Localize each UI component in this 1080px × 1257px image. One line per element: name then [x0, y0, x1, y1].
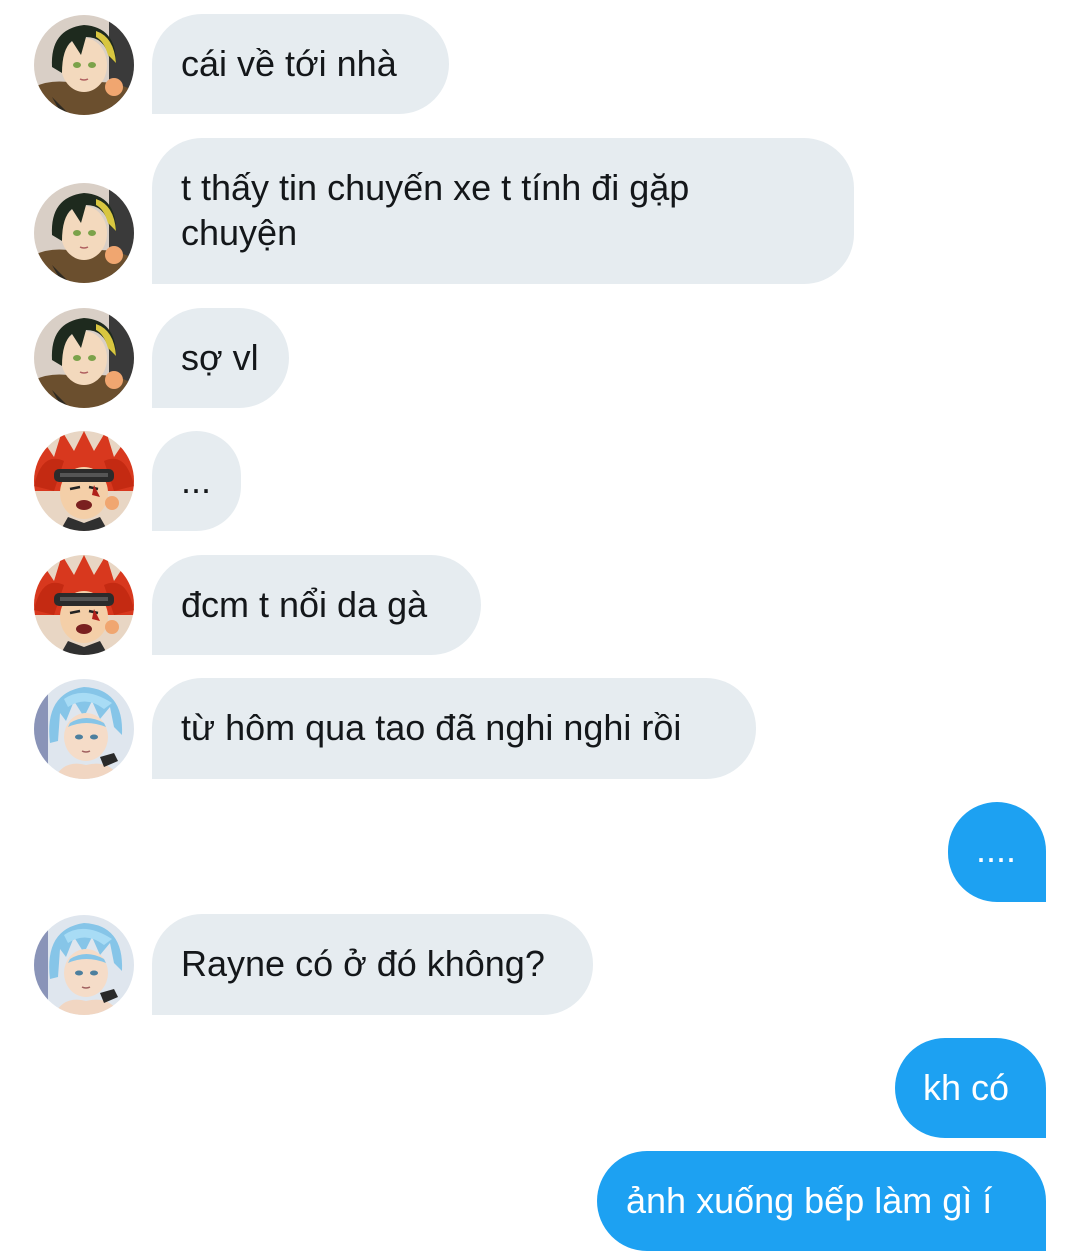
green-hair-avatar[interactable]	[34, 15, 134, 115]
message-bubble[interactable]: cái về tới nhà	[152, 14, 449, 114]
green-hair-avatar[interactable]	[34, 183, 134, 283]
red-hair-avatar[interactable]	[34, 555, 134, 655]
message-bubble[interactable]: đcm t nổi da gà	[152, 555, 481, 655]
message-bubble-outgoing[interactable]: ....	[948, 802, 1046, 902]
message-bubble-outgoing[interactable]: kh có	[895, 1038, 1046, 1138]
blue-hair-avatar[interactable]	[34, 915, 134, 1015]
message-bubble[interactable]: sợ vl	[152, 308, 289, 408]
message-bubble[interactable]: từ hôm qua tao đã nghi nghi rồi	[152, 678, 756, 779]
message-bubble[interactable]: ...	[152, 431, 241, 531]
red-hair-avatar[interactable]	[34, 431, 134, 531]
message-bubble[interactable]: t thấy tin chuyến xe t tính đi gặp chuyệ…	[152, 138, 854, 284]
blue-hair-avatar[interactable]	[34, 679, 134, 779]
green-hair-avatar[interactable]	[34, 308, 134, 408]
message-bubble[interactable]: Rayne có ở đó không?	[152, 914, 593, 1015]
message-bubble-outgoing[interactable]: ảnh xuống bếp làm gì í	[597, 1151, 1046, 1251]
